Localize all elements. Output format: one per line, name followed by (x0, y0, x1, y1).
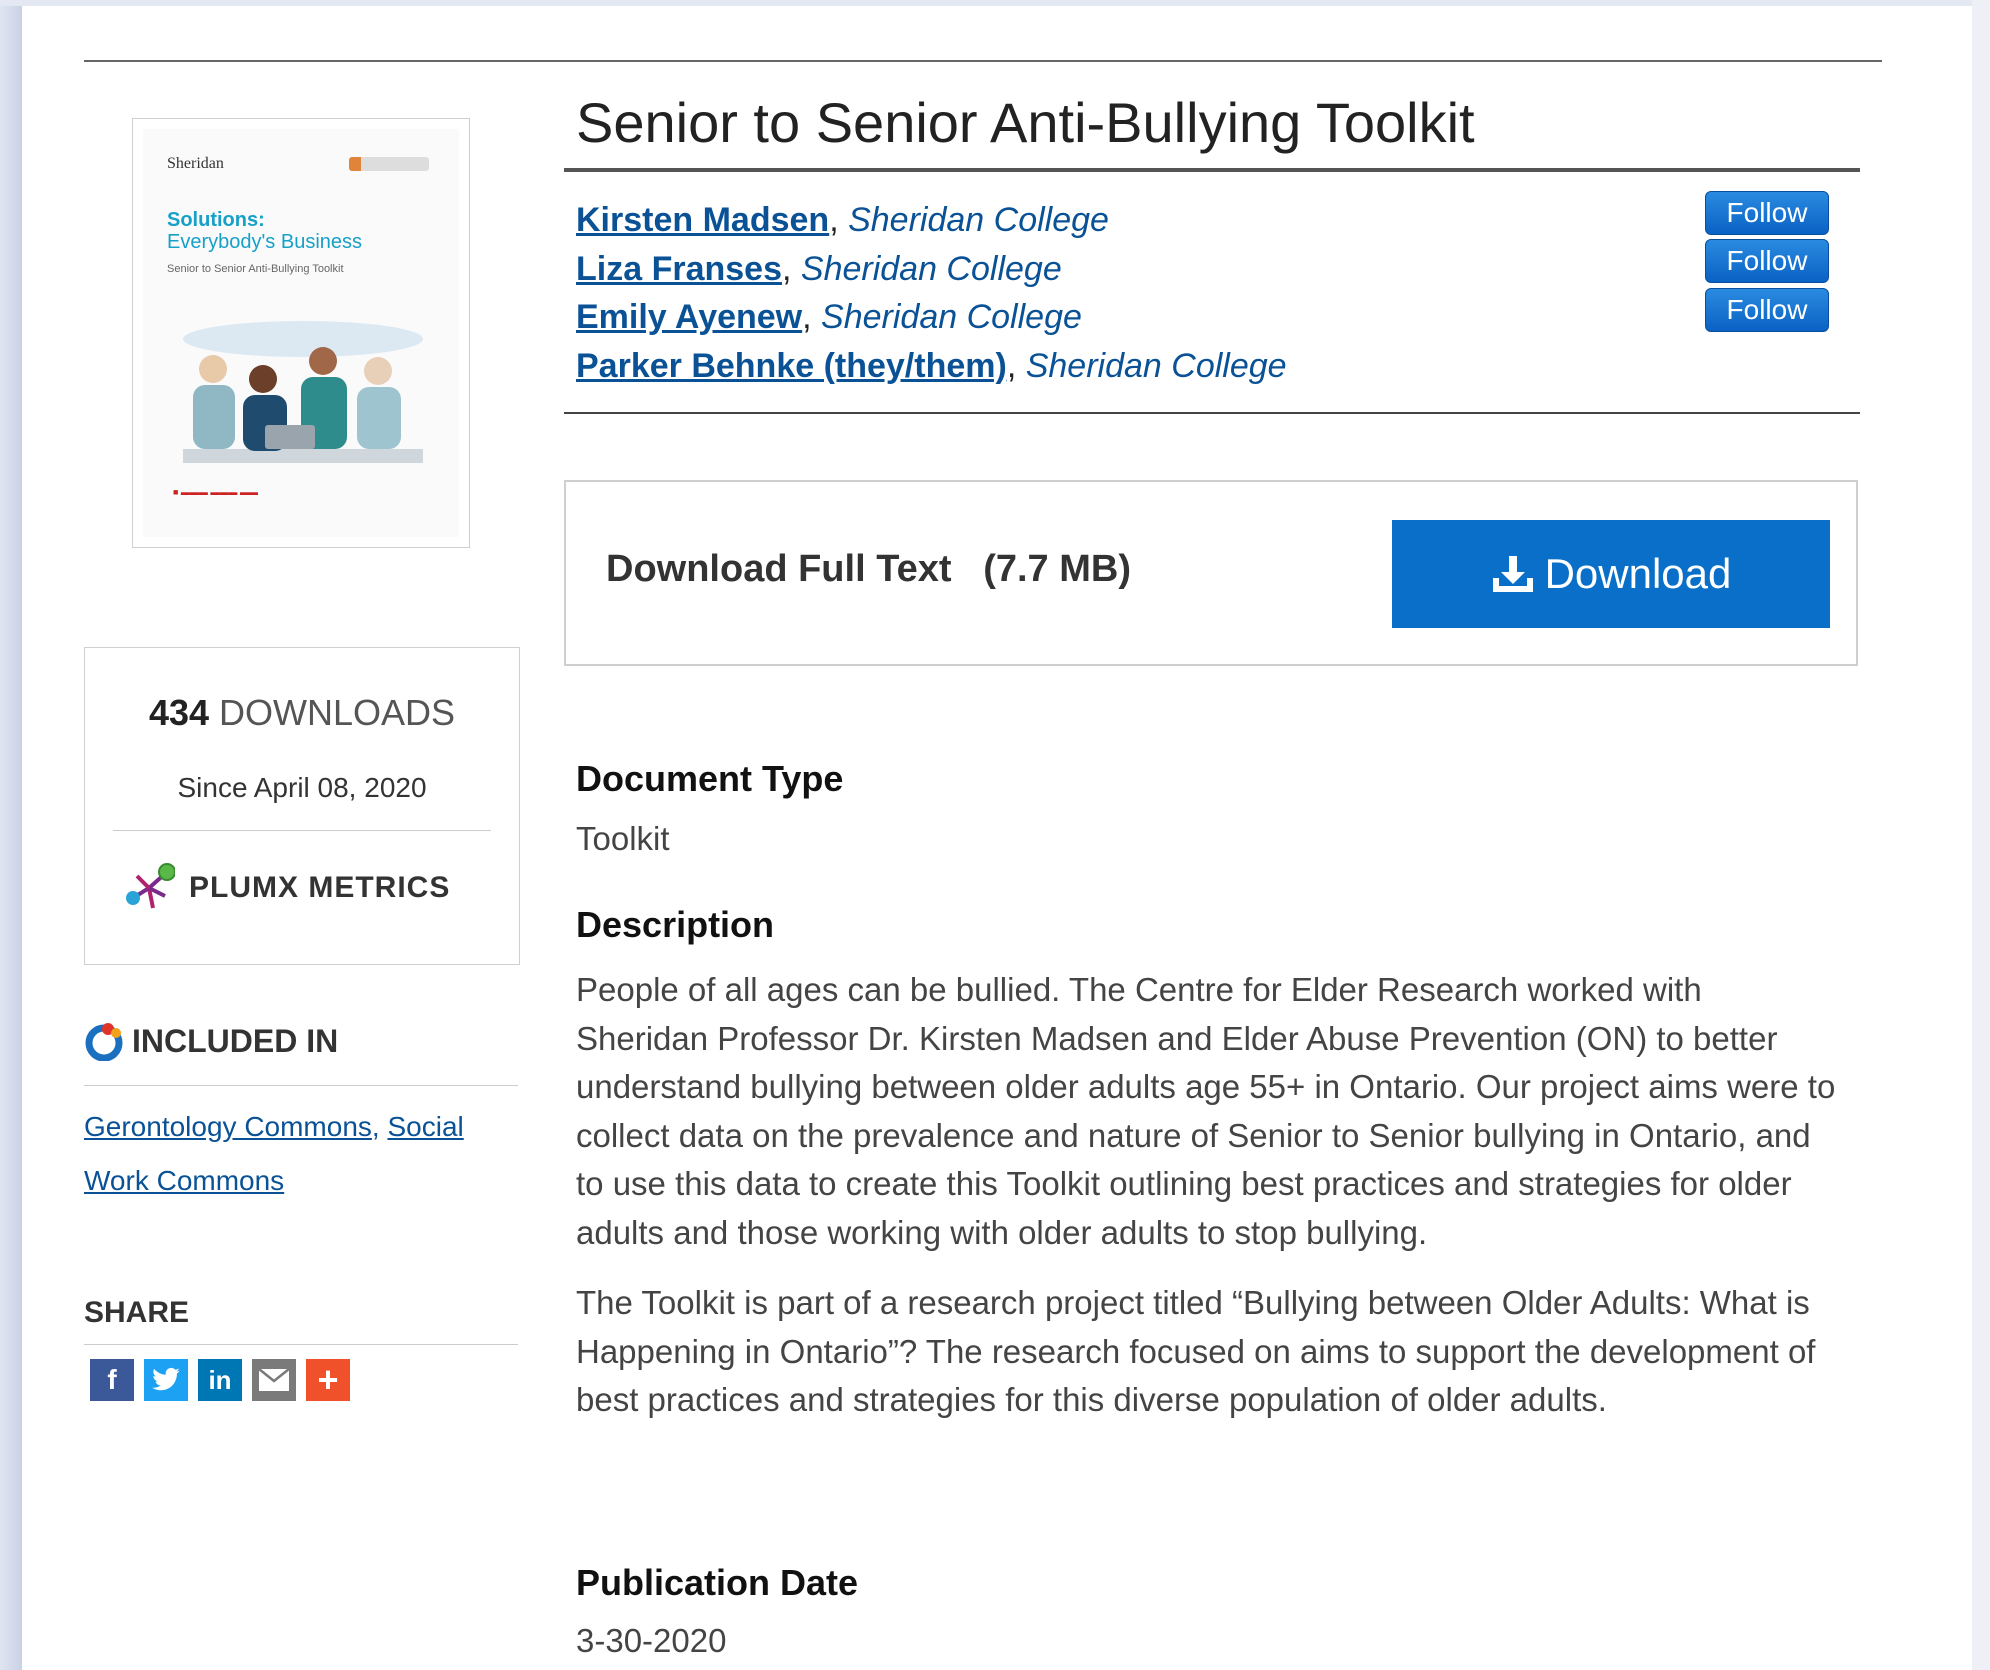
download-label: Download Full Text (606, 548, 952, 590)
download-box: Download Full Text (7.7 MB) Download (564, 480, 1858, 666)
download-icon (1492, 556, 1533, 592)
author-row: Parker Behnke (they/them), Sheridan Coll… (576, 346, 1287, 385)
page: Sheridan Solutions: Everybody's Business… (22, 6, 1972, 1670)
description-paragraph: People of all ages can be bullied. The C… (576, 971, 1836, 1251)
share-icons: f in + (84, 1359, 518, 1401)
publication-date-heading: Publication Date (576, 1562, 859, 1603)
social-work-commons-link-cont[interactable]: Work Commons (84, 1165, 284, 1196)
download-button-label: Download (1544, 550, 1732, 597)
plumx-metrics-link[interactable]: PLUMX METRICS (123, 858, 450, 918)
window-right-edge (1972, 0, 1990, 1670)
cover-heading: Solutions: (167, 209, 265, 231)
author-link[interactable]: Liza Franses (576, 250, 782, 288)
author-link[interactable]: Kirsten Madsen (576, 201, 829, 239)
author-affiliation: Sheridan College (821, 298, 1082, 336)
description-paragraph: The Toolkit is part of a research projec… (576, 1284, 1816, 1418)
downloads-count: 434 DOWNLOADS (85, 692, 519, 734)
cover-logo: Sheridan (167, 155, 224, 172)
gerontology-commons-link[interactable]: Gerontology Commons (84, 1111, 372, 1142)
downloads-since: Since April 08, 2020 (177, 772, 427, 803)
share-heading: SHARE (84, 1296, 190, 1329)
authors-divider (564, 412, 1860, 414)
description-heading: Description (576, 904, 775, 945)
author-affiliation: Sheridan College (848, 201, 1109, 239)
author-row: Kirsten Madsen, Sheridan College (576, 201, 1109, 239)
author-link[interactable]: Emily Ayenew (576, 298, 802, 336)
cover-footer-logos: ■ ▬▬▬ ▬▬▬ ▬▬ (173, 487, 258, 497)
share-divider (84, 1344, 518, 1345)
title-divider (564, 168, 1860, 172)
included-in-label: INCLUDED IN (132, 1022, 339, 1059)
follow-button[interactable]: Follow (1705, 191, 1829, 235)
author-row: Liza Franses, Sheridan College (576, 249, 1062, 288)
included-in-section: INCLUDED IN Gerontology Commons, Social … (84, 1021, 518, 1208)
follow-button[interactable]: Follow (1705, 288, 1829, 332)
page-title: Senior to Senior Anti-Bullying Toolkit (576, 91, 1475, 154)
email-icon[interactable] (252, 1359, 296, 1401)
download-full-text: Download Full Text (7.7 MB) (606, 548, 1131, 591)
follow-button[interactable]: Follow (1705, 239, 1829, 283)
more-icon[interactable]: + (306, 1359, 350, 1401)
document-type-heading: Document Type (576, 758, 844, 799)
downloads-unit: DOWNLOADS (219, 692, 456, 733)
description-body: People of all ages can be bullied. The C… (576, 966, 1838, 1447)
author-affiliation: Sheridan College (1025, 346, 1287, 385)
author-row: Emily Ayenew, Sheridan College (576, 298, 1082, 336)
twitter-icon[interactable] (144, 1359, 188, 1401)
cover-subheading: Everybody's Business (167, 231, 363, 253)
author-affiliation: Sheridan College (800, 249, 1062, 288)
network-icon (85, 1023, 123, 1061)
author-list: Kirsten Madsen, Sheridan College Liza Fr… (576, 196, 1287, 390)
social-work-commons-link[interactable]: Social (387, 1111, 463, 1142)
top-divider (84, 60, 1882, 62)
cover-illustration (183, 321, 423, 463)
partner-logo-icon (349, 157, 429, 171)
cover-thumbnail[interactable]: Sheridan Solutions: Everybody's Business… (132, 118, 470, 548)
downloads-number: 434 (148, 692, 210, 733)
download-button[interactable]: Download (1392, 520, 1830, 628)
plumx-label: PLUMX METRICS (189, 871, 451, 904)
discipline-links: Gerontology Commons, Social Work Commons (84, 1111, 464, 1196)
stats-divider (113, 830, 491, 831)
document-type-value: Toolkit (576, 820, 670, 857)
plumx-icon (126, 863, 175, 909)
downloads-box: 434 DOWNLOADS Since April 08, 2020 PLUMX… (84, 647, 520, 965)
cover-caption: Senior to Senior Anti-Bullying Toolkit (167, 263, 344, 275)
publication-date-value: 3-30-2020 (576, 1622, 727, 1659)
cover-image: Sheridan Solutions: Everybody's Business… (143, 129, 459, 537)
facebook-icon[interactable]: f (90, 1359, 134, 1401)
included-in-heading: INCLUDED IN (84, 1021, 518, 1061)
included-divider (84, 1085, 518, 1086)
author-link[interactable]: Parker Behnke (they/them) (576, 347, 1007, 385)
linkedin-icon[interactable]: in (198, 1359, 242, 1401)
file-size: (7.7 MB) (983, 548, 1131, 590)
share-section: SHARE f in + (84, 1296, 518, 1401)
